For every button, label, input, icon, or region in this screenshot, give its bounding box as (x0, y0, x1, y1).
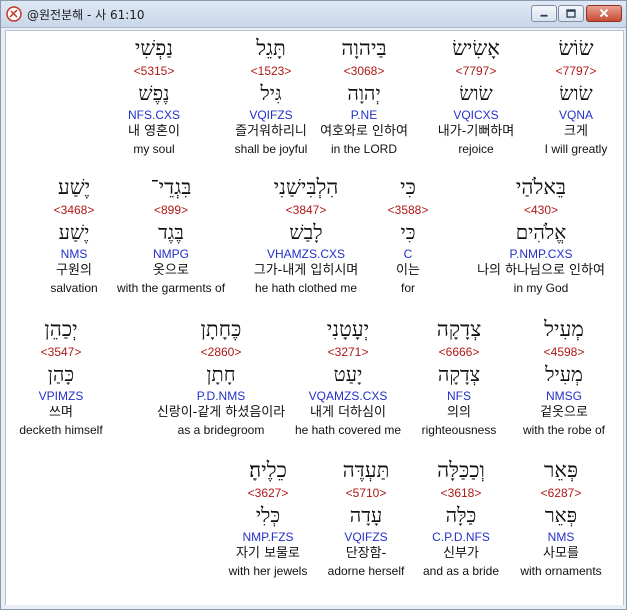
hebrew-word: מְעִיל (544, 317, 584, 341)
hebrew-word: יֶשַׁע (57, 175, 91, 199)
korean-gloss: 내게 더하심이 (310, 405, 386, 420)
lemma-word: מְעִיל (545, 362, 583, 386)
strong-number: <3627> (247, 486, 289, 500)
morphology-code: VHAMZS.CXS (266, 247, 345, 261)
morphology-code: P.D.NMS (196, 389, 246, 403)
morphology-code: NMSG (546, 389, 582, 403)
morphology-code: NMS (60, 247, 88, 261)
app-window: @원전분해 - 사 61:10 שׂוֹשׂ <7797> שׂושׂ VQNA 크게 I… (0, 0, 627, 610)
minimize-icon (540, 14, 548, 17)
strong-number: <1523> (250, 64, 292, 78)
close-icon (599, 8, 609, 18)
window-title: @원전분해 - 사 61:10 (27, 8, 145, 22)
word-analysis-panel: שׂוֹשׂ <7797> שׂושׂ VQNA 크게 I will greatly אָש… (5, 30, 624, 607)
word-cell[interactable]: בֵּאלֹהַי <430> אֱלֹהִים P.NMP.CXS 나의 하나님으로 … (456, 172, 623, 296)
window-bottom-edge (1, 605, 626, 609)
word-cell[interactable]: יְעָטָנִי <3271> יָעַט VQAMZS.CXS 내게 더하심이 he … (288, 314, 408, 438)
english-gloss: rejoice (458, 142, 494, 156)
english-gloss: in my God (513, 281, 569, 295)
lemma-word: שׂושׂ (459, 81, 493, 105)
korean-gloss: 자기 보물로 (236, 546, 300, 561)
english-gloss: he hath clothed me (254, 281, 358, 295)
hebrew-word: תָּגֵל (256, 36, 286, 60)
word-cell[interactable]: הִלְבִּישַׁנִי <3847> לָבַשׁ VHAMZS.CXS 그가-내… (221, 172, 391, 296)
hebrew-word: יְעָטָנִי (326, 317, 370, 341)
strong-number: <6666> (438, 345, 480, 359)
word-cell[interactable]: יְכַהֵן <3547> כָּהַן VPIMZS 쓰며 decketh himse… (6, 314, 121, 438)
word-cell[interactable]: נַפְשִׁי <5315> נֶפֶשׁ NFS.CXS 내 영혼이 my soul (94, 33, 214, 157)
english-gloss: salvation (50, 281, 98, 295)
korean-gloss: 구원의 (56, 263, 92, 278)
lemma-word: כָּהַן (47, 362, 75, 386)
hebrew-word: אָשִׂישׂ (452, 36, 500, 60)
strong-number: <3547> (40, 345, 82, 359)
strong-number: <430> (523, 203, 559, 217)
word-cell[interactable]: מְעִיל <4598> מְעִיל NMSG 겉옷으로 with the robe … (504, 314, 623, 438)
word-cell[interactable]: יֶשַׁע <3468> יֶשַׁע NMS 구원의 salvation (14, 172, 134, 296)
korean-gloss: 신랑이-같게 하셨음이라 (156, 405, 286, 420)
english-gloss: as a bridegroom (177, 423, 265, 437)
morphology-code: NFS.CXS (127, 108, 180, 122)
morphology-code: NFS (447, 389, 471, 403)
korean-gloss: 겉옷으로 (540, 405, 588, 420)
lemma-word: יֶשַׁע (58, 220, 90, 244)
english-gloss: decketh himself (19, 423, 103, 437)
korean-gloss: 의의 (447, 405, 471, 420)
minimize-button[interactable] (531, 5, 557, 22)
strong-number: <7797> (455, 64, 497, 78)
strong-number: <3468> (53, 203, 95, 217)
hebrew-word: יְכַהֵן (44, 317, 78, 341)
lemma-word: אֱלֹהִים (515, 220, 567, 244)
english-gloss: with the robe of (522, 423, 606, 437)
hebrew-word: נַפְשִׁי (134, 36, 174, 60)
morphology-code: VPIMZS (38, 389, 84, 403)
hebrew-word: בֵּאלֹהַי (515, 175, 567, 199)
english-gloss: righteousness (421, 423, 497, 437)
korean-gloss: 즐거워하리니 (235, 124, 307, 139)
maximize-icon (566, 9, 576, 18)
hebrew-word: הִלְבִּישַׁנִי (273, 175, 339, 199)
morphology-code: VQICXS (453, 108, 499, 122)
word-cell[interactable]: תָּגֵל <1523> גִּיל VQIFZS 즐거워하리니 shall be jo… (211, 33, 331, 157)
title-bar[interactable]: @원전분해 - 사 61:10 (1, 1, 626, 28)
strong-number: <2860> (200, 345, 242, 359)
hebrew-word: כֵלֶיהָ׃ (249, 458, 287, 482)
lemma-word: כְּלִי (255, 503, 281, 527)
morphology-code: VQAMZS.CXS (308, 389, 388, 403)
word-cell[interactable]: אָשִׂישׂ <7797> שׂושׂ VQICXS 내가-기뻐하며 rejoice (416, 33, 536, 157)
strong-number: <3271> (327, 345, 369, 359)
lemma-word: יָעַט (333, 362, 363, 386)
english-gloss: my soul (133, 142, 175, 156)
strong-number: <4598> (543, 345, 585, 359)
lemma-word: חָתָן (206, 362, 236, 386)
word-cell[interactable]: כֶּחָתָן <2860> חָתָן P.D.NMS 신랑이-같게 하셨음이라 as… (136, 314, 306, 438)
english-gloss: he hath covered me (294, 423, 402, 437)
word-cell[interactable]: כֵלֶיהָ׃ <3627> כְּלִי NMP.FZS 자기 보물로 with he… (208, 455, 328, 579)
korean-gloss: 나의 하나님으로 인하여 (477, 263, 605, 278)
lemma-word: נֶפֶשׁ (138, 81, 170, 105)
lemma-word: גִּיל (260, 81, 282, 105)
korean-gloss: 내가-기뻐하며 (437, 124, 515, 139)
korean-gloss: 쓰며 (49, 405, 73, 420)
maximize-button[interactable] (558, 5, 584, 22)
korean-gloss: 그가-내게 입히시며 (253, 263, 359, 278)
morphology-code: NMP.FZS (242, 530, 294, 544)
close-button[interactable] (586, 5, 622, 22)
lemma-word: צְדָקָה (437, 362, 481, 386)
strong-number: <5315> (133, 64, 175, 78)
morphology-code: P.NMP.CXS (509, 247, 573, 261)
app-icon (6, 6, 22, 22)
korean-gloss: 내 영혼이 (128, 124, 180, 139)
lemma-word: לָבַשׁ (289, 220, 323, 244)
english-gloss: shall be joyful (234, 142, 308, 156)
morphology-code: VQIFZS (249, 108, 293, 122)
word-cell[interactable]: צְדָקָה <6666> צְדָקָה NFS 의의 righteousness (399, 314, 519, 438)
hebrew-word: צְדָקָה (436, 317, 482, 341)
english-gloss: with her jewels (228, 564, 308, 578)
hebrew-word: כֶּחָתָן (200, 317, 242, 341)
strong-number: <3847> (285, 203, 327, 217)
